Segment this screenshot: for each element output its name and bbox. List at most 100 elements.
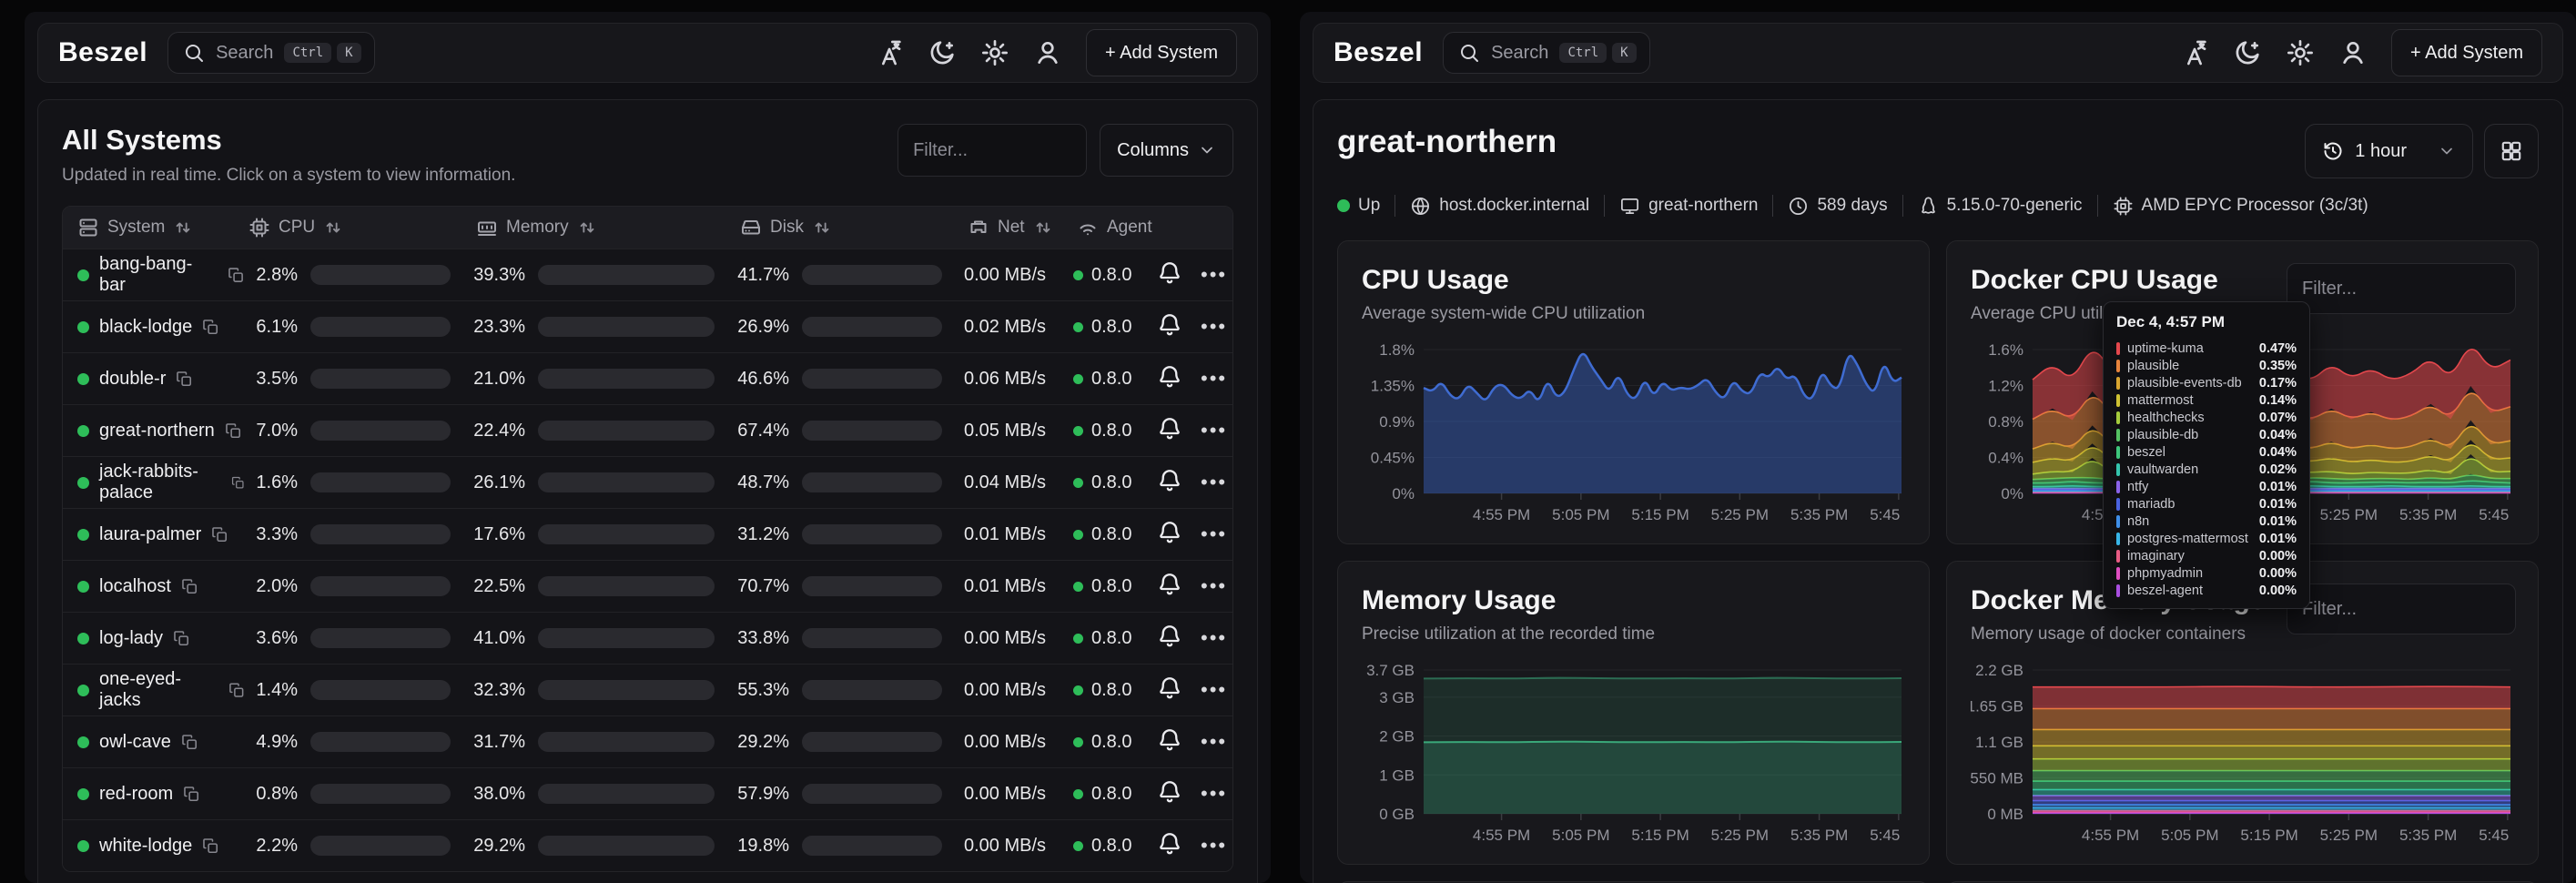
row-menu-button[interactable]: ••• — [1201, 523, 1233, 546]
system-row-one-eyed-jacks[interactable]: one-eyed-jacks 1.4% 32.3% 55.3% 0.00 MB/… — [63, 664, 1232, 716]
system-row-red-room[interactable]: red-room 0.8% 38.0% 57.9% 0.00 MB/s 0.8.… — [63, 767, 1232, 819]
copy-icon[interactable] — [231, 474, 245, 492]
system-name: bang-bang-bar — [99, 254, 218, 296]
system-row-bang-bang-bar[interactable]: bang-bang-bar 2.8% 39.3% 41.7% 0.00 MB/s… — [63, 249, 1232, 300]
bell-icon[interactable] — [1157, 364, 1182, 390]
row-menu-button[interactable]: ••• — [1201, 782, 1233, 806]
system-name-cell: jack-rabbits-palace — [63, 462, 245, 503]
series-name: postgres-mattermost — [2127, 532, 2252, 546]
copy-icon[interactable] — [181, 578, 198, 595]
window-system-detail: Beszel Search Ctrl K + Add System great-… — [1300, 12, 2576, 883]
agent-cell: 0.8.0 — [1073, 524, 1157, 545]
theme-moon-icon[interactable] — [2233, 38, 2262, 67]
column-header-disk[interactable]: Disk — [736, 217, 964, 239]
system-name: laura-palmer — [99, 524, 201, 545]
bell-icon[interactable] — [1157, 779, 1182, 805]
svg-text:0 GB: 0 GB — [1379, 806, 1415, 823]
columns-button[interactable]: Columns — [1100, 124, 1233, 177]
search-input[interactable]: Search Ctrl K — [1443, 32, 1650, 74]
bell-icon[interactable] — [1157, 624, 1182, 649]
systems-filter-input[interactable] — [898, 124, 1087, 177]
user-icon[interactable] — [1033, 38, 1062, 67]
add-system-button[interactable]: + Add System — [2391, 29, 2542, 76]
cpu-value: 7.0% — [245, 421, 298, 442]
system-row-great-northern[interactable]: great-northern 7.0% 22.4% 67.4% 0.05 MB/… — [63, 404, 1232, 456]
copy-icon[interactable] — [181, 734, 198, 751]
system-row-localhost[interactable]: localhost 2.0% 22.5% 70.7% 0.01 MB/s 0.8… — [63, 560, 1232, 612]
copy-icon[interactable] — [228, 267, 245, 284]
column-header-agent[interactable]: Agent — [1073, 217, 1157, 239]
language-icon[interactable] — [2180, 38, 2209, 67]
bell-icon[interactable] — [1157, 675, 1182, 701]
copy-icon[interactable] — [176, 370, 193, 388]
time-range-select[interactable]: 1 hour — [2305, 124, 2473, 178]
bell-icon[interactable] — [1157, 260, 1182, 286]
svg-text:5:35 PM: 5:35 PM — [1790, 506, 1848, 523]
chart-plot-cpu[interactable]: 1.8%1.35%0.9%0.45%0%4:55 PM5:05 PM5:15 P… — [1362, 344, 1905, 531]
bell-icon[interactable] — [1157, 312, 1182, 338]
row-menu-button[interactable]: ••• — [1201, 367, 1233, 391]
series-color-chip — [2116, 463, 2120, 476]
chart-plot-docker_mem[interactable]: 2.2 GB1.65 GB1.1 GB550 MB0 MB4:55 PM5:05… — [1971, 665, 2514, 851]
system-row-log-lady[interactable]: log-lady 3.6% 41.0% 33.8% 0.00 MB/s 0.8.… — [63, 612, 1232, 664]
settings-gear-icon[interactable] — [2286, 38, 2315, 67]
meta-label: AMD EPYC Processor (3c/3t) — [2142, 196, 2368, 216]
language-icon[interactable] — [875, 38, 904, 67]
theme-moon-icon[interactable] — [928, 38, 957, 67]
row-menu-button[interactable]: ••• — [1201, 471, 1233, 494]
memory-value: 41.0% — [472, 628, 525, 649]
beszel-logo: Beszel — [1334, 37, 1423, 68]
cpu-bar — [310, 317, 451, 337]
globe-icon — [1410, 196, 1431, 217]
row-menu-button[interactable]: ••• — [1201, 730, 1233, 754]
bell-icon[interactable] — [1157, 416, 1182, 442]
user-icon[interactable] — [2338, 38, 2368, 67]
row-menu-button[interactable]: ••• — [1201, 574, 1233, 598]
net-value: 0.02 MB/s — [964, 317, 1073, 338]
column-header-memory[interactable]: Memory — [472, 217, 736, 239]
row-menu-button[interactable]: ••• — [1201, 834, 1233, 858]
copy-icon[interactable] — [225, 422, 242, 440]
system-row-double-r[interactable]: double-r 3.5% 21.0% 46.6% 0.06 MB/s 0.8.… — [63, 352, 1232, 404]
layout-grid-button[interactable] — [2484, 124, 2539, 178]
status-label: Up — [1358, 196, 1380, 216]
bell-icon[interactable] — [1157, 468, 1182, 493]
system-row-white-lodge[interactable]: white-lodge 2.2% 29.2% 19.8% 0.00 MB/s 0… — [63, 819, 1232, 871]
row-menu-button[interactable]: ••• — [1201, 678, 1233, 702]
container-filter-input[interactable] — [2287, 263, 2516, 314]
system-name: one-eyed-jacks — [99, 669, 218, 711]
chart-plot-mem[interactable]: 3.7 GB3 GB2 GB1 GB0 GB4:55 PM5:05 PM5:15… — [1362, 665, 1905, 851]
copy-icon[interactable] — [211, 526, 228, 543]
system-row-laura-palmer[interactable]: laura-palmer 3.3% 17.6% 31.2% 0.01 MB/s … — [63, 508, 1232, 560]
bell-icon[interactable] — [1157, 572, 1182, 597]
copy-icon[interactable] — [173, 630, 190, 647]
column-header-cpu[interactable]: CPU — [245, 217, 472, 239]
svg-text:2.2 GB: 2.2 GB — [1975, 665, 2023, 679]
container-filter-input[interactable] — [2287, 584, 2516, 634]
svg-text:4:55 PM: 4:55 PM — [1473, 506, 1530, 523]
bell-icon[interactable] — [1157, 727, 1182, 753]
copy-icon[interactable] — [228, 682, 245, 699]
bell-icon[interactable] — [1157, 831, 1182, 857]
series-name: ntfy — [2127, 480, 2252, 494]
column-header-net[interactable]: Net — [964, 217, 1073, 239]
bell-icon[interactable] — [1157, 520, 1182, 545]
copy-icon[interactable] — [202, 837, 219, 855]
row-menu-button[interactable]: ••• — [1201, 626, 1233, 650]
system-row-jack-rabbits-palace[interactable]: jack-rabbits-palace 1.6% 26.1% 48.7% 0.0… — [63, 456, 1232, 508]
copy-icon[interactable] — [183, 786, 200, 803]
row-menu-button[interactable]: ••• — [1201, 263, 1233, 287]
settings-gear-icon[interactable] — [980, 38, 1009, 67]
copy-icon[interactable] — [202, 319, 219, 336]
system-row-black-lodge[interactable]: black-lodge 6.1% 23.3% 26.9% 0.02 MB/s 0… — [63, 300, 1232, 352]
memory-value: 39.3% — [472, 265, 525, 286]
cpu-value: 2.8% — [245, 265, 298, 286]
row-menu-button[interactable]: ••• — [1201, 315, 1233, 339]
agent-status-dot — [1073, 322, 1083, 332]
column-header-system[interactable]: System — [63, 217, 245, 239]
search-input[interactable]: Search Ctrl K — [167, 32, 375, 74]
system-row-owl-cave[interactable]: owl-cave 4.9% 31.7% 29.2% 0.00 MB/s 0.8.… — [63, 716, 1232, 767]
svg-text:1.8%: 1.8% — [1379, 344, 1415, 359]
add-system-button[interactable]: + Add System — [1086, 29, 1237, 76]
row-menu-button[interactable]: ••• — [1201, 419, 1233, 442]
